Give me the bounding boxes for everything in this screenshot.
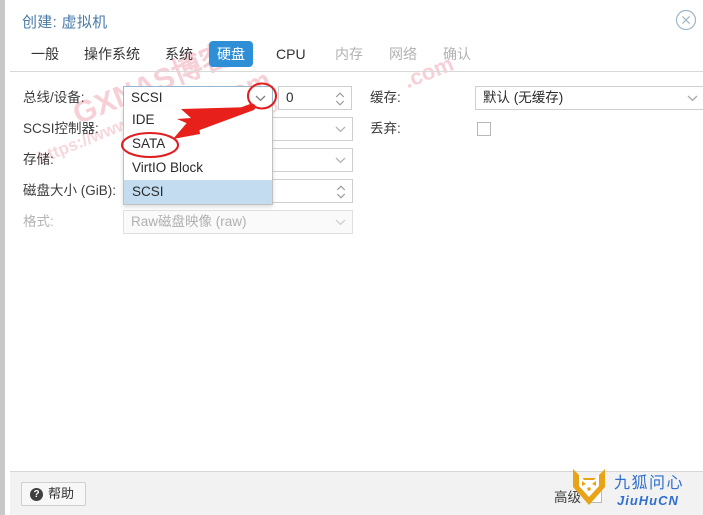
tab-cpu[interactable]: CPU <box>269 42 313 66</box>
cache-value: 默认 (无缓存) <box>483 90 564 105</box>
chevron-down-icon[interactable] <box>335 156 346 164</box>
chevron-down-icon[interactable] <box>687 94 698 102</box>
dialog-footer: ? 帮助 高级 <box>10 471 703 515</box>
help-button-label: 帮助 <box>48 486 75 501</box>
format-select: Raw磁盘映像 (raw) <box>123 210 353 234</box>
bus-device-dropdown-list[interactable]: IDE SATA VirtIO Block SCSI <box>123 106 273 205</box>
cache-label: 缓存: <box>370 90 401 105</box>
dropdown-option-sata[interactable]: SATA <box>124 132 272 156</box>
help-button[interactable]: ? 帮助 <box>21 482 87 506</box>
page-title: 创建: 虚拟机 <box>22 14 108 31</box>
tab-harddisk[interactable]: 硬盘 <box>210 42 252 66</box>
spinner-up-down-icon[interactable] <box>336 184 346 200</box>
tab-network: 网络 <box>389 46 417 62</box>
row-discard: 丢弃: <box>365 117 703 141</box>
dropdown-option-scsi[interactable]: SCSI <box>124 180 272 204</box>
spinner-up-down-icon[interactable] <box>335 91 345 107</box>
question-mark-icon: ? <box>30 487 43 501</box>
scsi-controller-label: SCSI控制器: <box>23 121 99 136</box>
screenshot-root: GXNAS博客 .com https://www.gxnas.com www.g… <box>0 0 703 515</box>
format-label: 格式: <box>23 214 54 229</box>
tab-confirm: 确认 <box>443 46 471 62</box>
advanced-label: 高级 <box>554 490 581 505</box>
device-number-value: 0 <box>286 90 294 105</box>
disk-size-label: 磁盘大小 (GiB): <box>23 183 116 198</box>
discard-checkbox[interactable] <box>477 122 491 136</box>
bus-device-label: 总线/设备: <box>23 90 85 105</box>
row-cache: 缓存: 默认 (无缓存) <box>365 86 703 110</box>
chevron-down-icon[interactable] <box>335 125 346 133</box>
format-value: Raw磁盘映像 (raw) <box>131 214 247 229</box>
chevron-down-icon[interactable] <box>255 94 266 102</box>
tab-general[interactable]: 一般 <box>24 42 66 66</box>
device-number-input[interactable]: 0 <box>278 86 352 110</box>
dropdown-option-ide[interactable]: IDE <box>124 108 272 132</box>
tab-memory: 内存 <box>335 46 363 62</box>
advanced-toggle[interactable]: 高级 <box>554 486 602 506</box>
chevron-down-icon <box>335 218 346 226</box>
tab-bar: 一般 操作系统 系统 硬盘 CPU 内存 网络 确认 <box>10 42 703 72</box>
row-format: 格式: Raw磁盘映像 (raw) <box>10 210 355 234</box>
tab-os[interactable]: 操作系统 <box>77 42 147 66</box>
dropdown-option-virtio-block[interactable]: VirtIO Block <box>124 156 272 180</box>
cache-select[interactable]: 默认 (无缓存) <box>475 86 703 110</box>
storage-label: 存储: <box>23 152 54 167</box>
harddisk-form: 总线/设备: SCSI 0 SCSI控制器: 存储: 磁盘大小 (GiB): 格… <box>10 72 703 471</box>
create-vm-dialog: GXNAS博客 .com https://www.gxnas.com www.g… <box>0 0 703 515</box>
close-icon[interactable] <box>675 9 697 31</box>
discard-label: 丢弃: <box>370 121 401 136</box>
advanced-checkbox[interactable] <box>588 489 602 503</box>
tab-system[interactable]: 系统 <box>158 42 200 66</box>
